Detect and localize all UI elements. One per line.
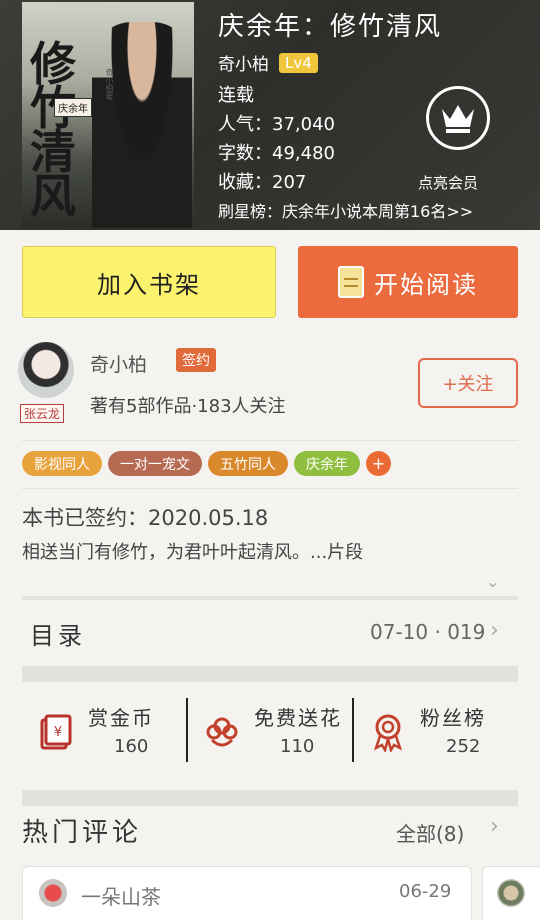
author-level-badge: Lv4 [279,52,318,73]
stat-value: 160 [114,736,149,757]
toc-row[interactable]: 目录 07-10 · 019 › [0,600,540,664]
hot-comments-title: 热门评论 [22,818,143,848]
book-header: 修竹清风 庆余年 奇小柏著 庆余年：修竹清风 奇小柏 Lv4 连载 人气：37,… [0,0,540,230]
start-reading-label: 开始阅读 [374,270,478,299]
tag-add-button[interactable]: + [366,451,391,476]
medal-icon [373,714,403,752]
comment-card[interactable]: 一朵山茶 06-29 [22,866,472,920]
cover-author: 奇小柏著 [105,68,114,100]
stat-label: 赏金币 [88,706,154,730]
support-row: ¥ 赏金币 160 免费送花 110 粉丝榜 252 [22,690,518,774]
tag-chip[interactable]: 庆余年 [294,451,360,476]
signed-badge: 签约 [176,348,216,372]
book-title: 庆余年：修竹清风 [218,12,443,42]
stat-value: 110 [280,736,315,757]
comment-date: 06-29 [399,881,452,902]
send-flower-cell[interactable]: 免费送花 110 [188,690,352,774]
chevron-right-icon[interactable]: › [490,814,499,839]
author-name[interactable]: 奇小柏 [90,350,147,377]
divider [22,440,518,441]
toc-label: 目录 [30,622,86,650]
section-band [22,790,518,806]
chevron-right-icon: › [490,618,499,643]
chevron-down-icon[interactable]: ⌄ [486,572,499,591]
divider [22,488,518,489]
stat-label: 免费送花 [254,706,342,730]
toc-latest-chapter: 07-10 · 019 [370,620,486,644]
follow-button[interactable]: +关注 [418,358,518,408]
cover-calligraphy: 修竹清风 [30,37,76,223]
tag-chip[interactable]: 影视同人 [22,451,102,476]
tag-list: 影视同人 一对一宠文 五竹同人 庆余年 + [22,451,391,476]
avatar[interactable] [18,342,74,398]
book-cover[interactable]: 修竹清风 庆余年 奇小柏著 [22,2,194,228]
vip-button[interactable] [426,86,490,150]
comment-card[interactable] [482,866,540,920]
add-to-shelf-label: 加入书架 [97,270,201,299]
comment-user[interactable]: 一朵山茶 [81,881,161,910]
author-card: 张云龙 奇小柏 签约 著有5部作品·183人关注 +关注 [0,336,540,440]
book-popularity: 人气：37,040 [218,114,335,135]
add-to-shelf-button[interactable]: 加入书架 [22,246,276,318]
flower-icon [206,717,238,747]
red-packet-icon: ¥ [40,714,72,750]
author-description: 著有5部作品·183人关注 [90,396,286,417]
tag-chip[interactable]: 五竹同人 [208,451,288,476]
cover-subtitle: 庆余年 [54,98,92,117]
book-info: 庆余年：修竹清风 奇小柏 Lv4 连载 人气：37,040 字数：49,480 … [218,10,442,197]
tag-chip[interactable]: 一对一宠文 [108,451,202,476]
all-comments-link[interactable]: 全部(8) [396,818,464,847]
start-reading-button[interactable]: 开始阅读 [298,246,518,318]
avatar-tag: 张云龙 [20,404,65,423]
book-author[interactable]: 奇小柏 [218,50,269,75]
book-icon [338,266,364,298]
section-band [22,666,518,682]
stat-value: 252 [446,736,481,757]
svg-text:¥: ¥ [54,725,62,740]
reward-coins-cell[interactable]: ¥ 赏金币 160 [22,690,186,774]
avatar[interactable] [497,879,525,907]
book-status: 连载 [218,85,254,106]
avatar[interactable] [39,879,67,907]
fan-ranking-cell[interactable]: 粉丝榜 252 [354,690,518,774]
rank-link[interactable]: 刷星榜：庆余年小说本周第16名>> [218,198,473,222]
book-word-count: 字数：49,480 [218,143,335,164]
signed-date: 本书已签约：2020.05.18 [22,506,269,530]
author-row: 奇小柏 Lv4 [218,50,442,75]
stat-label: 粉丝榜 [420,706,486,730]
crown-icon [442,105,474,133]
book-intro[interactable]: 相送当门有修竹，为君叶叶起清风。...片段 [22,538,532,564]
vip-label[interactable]: 点亮会员 [418,172,478,193]
book-favorites: 收藏：207 [218,172,307,193]
